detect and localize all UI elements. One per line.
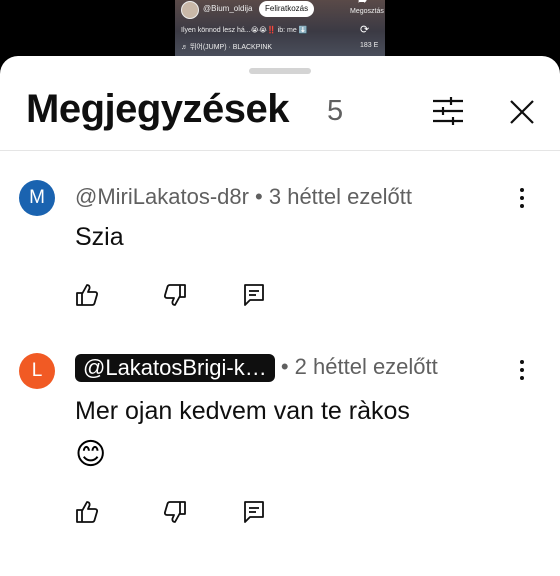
comments-title: Megjegyzések (26, 87, 290, 131)
channel-avatar[interactable] (181, 1, 199, 19)
reply-comment-icon[interactable] (241, 282, 267, 308)
more-vertical-icon[interactable] (514, 187, 530, 209)
channel-name[interactable]: @Bium_oldija (203, 4, 252, 13)
thumbs-up-icon[interactable] (74, 282, 100, 308)
thumbs-down-icon[interactable] (162, 282, 188, 308)
close-icon[interactable] (508, 98, 536, 126)
thumbs-up-icon[interactable] (74, 499, 100, 525)
comment-author[interactable]: @MiriLakatos-d8r (75, 184, 249, 209)
video-preview[interactable]: @Bium_oldija Feliratkozás ➦ Megosztás Il… (175, 0, 385, 57)
music-label[interactable]: ♬ 뛰어(JUMP) · BLACKPINK (181, 42, 272, 52)
comment-time: • 3 héttel ezelőtt (248, 184, 412, 209)
comments-count: 5 (327, 95, 344, 127)
avatar[interactable]: L (19, 353, 55, 389)
comment-meta: @MiriLakatos-d8r • 3 héttel ezelőtt (75, 184, 412, 210)
subscribe-button[interactable]: Feliratkozás (259, 1, 315, 17)
more-vertical-icon[interactable] (514, 359, 530, 381)
video-caption: Ilyen könnod lesz há...😭😭‼️ ib: me ⬇️ (181, 27, 308, 34)
comment-emoji: 😊 (75, 438, 107, 471)
thumbs-down-icon[interactable] (162, 499, 188, 525)
share-icon[interactable]: ➦ (358, 0, 367, 7)
comment-meta: @LakatosBrigi-k… • 2 héttel ezelőtt (75, 354, 438, 383)
share-label[interactable]: Megosztás (350, 8, 384, 15)
comments-sheet: Megjegyzések 5 M @MiriLakatos-d8r • 3 hé… (0, 56, 560, 576)
header-divider (0, 150, 560, 151)
drag-handle[interactable] (249, 68, 311, 74)
comment-author[interactable]: @LakatosBrigi-k… (75, 354, 275, 383)
avatar[interactable]: M (19, 180, 55, 216)
comment-text: Szia (75, 223, 124, 251)
filter-sliders-icon[interactable] (431, 96, 465, 126)
reply-comment-icon[interactable] (241, 499, 267, 525)
remix-count: 183 E (360, 42, 379, 49)
comment-time: • 2 héttel ezelőtt (274, 354, 438, 379)
remix-icon[interactable]: ⟳ (360, 23, 369, 36)
comment-text: Mer ojan kedvem van te ràkos (75, 397, 410, 425)
